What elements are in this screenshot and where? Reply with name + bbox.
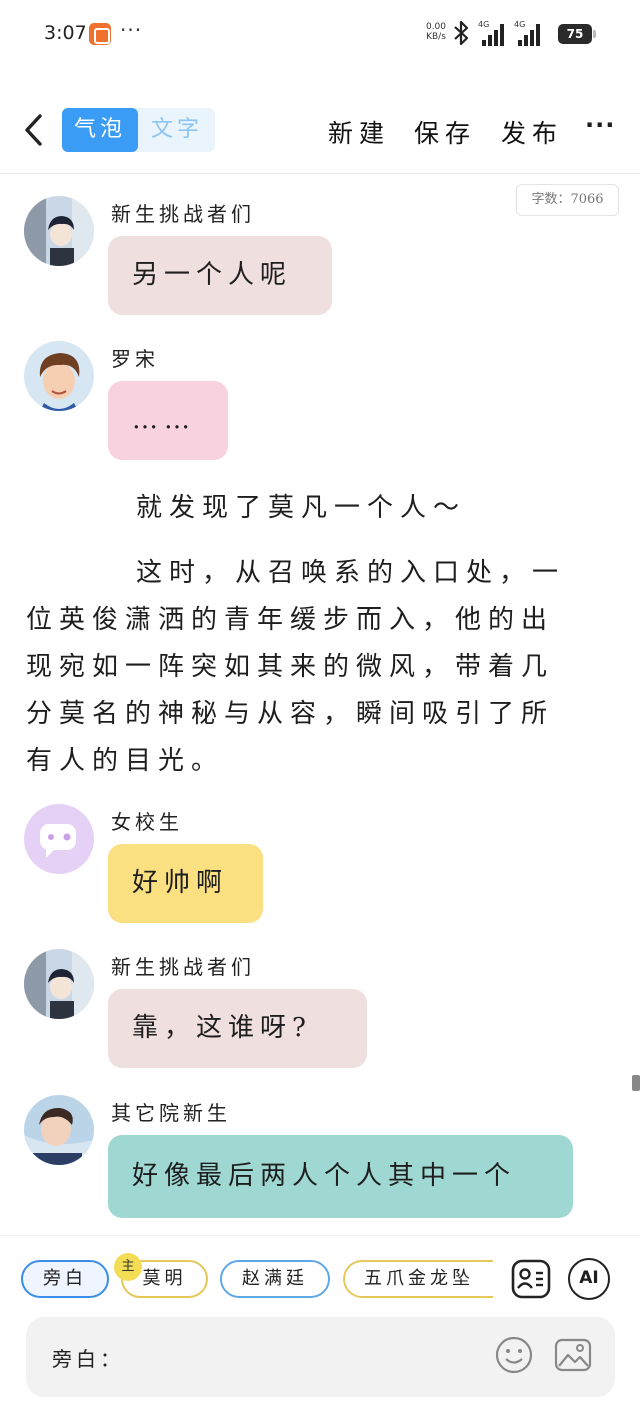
narration-paragraph[interactable]: 就发现了莫凡一个人～ xyxy=(26,485,586,532)
bluetooth-icon xyxy=(454,20,469,46)
ai-button[interactable]: AI xyxy=(568,1258,610,1300)
publish-button[interactable]: 发布 xyxy=(501,114,563,150)
chat-bubble[interactable]: 好像最后两人个人其中一个 xyxy=(108,1135,573,1218)
signal-icon: 4G xyxy=(478,20,512,46)
composer-panel: 旁白 莫明 主 赵满廷 五爪金龙坠 AI 旁白： xyxy=(0,1235,640,1423)
avatar[interactable] xyxy=(24,804,94,874)
status-time: 3:07 xyxy=(44,22,87,44)
avatar[interactable] xyxy=(24,949,94,1019)
more-options-icon[interactable]: ··· xyxy=(585,111,615,139)
network-speed: 0.00 KB/s xyxy=(424,22,448,42)
network-type-label: 4G xyxy=(478,20,490,29)
avatar[interactable] xyxy=(24,1095,94,1165)
new-button[interactable]: 新建 xyxy=(328,114,390,150)
character-chip[interactable]: 赵满廷 xyxy=(220,1260,330,1298)
emoji-icon[interactable] xyxy=(494,1335,534,1375)
speaker-label: 旁白： xyxy=(52,1347,124,1371)
speaker-name: 新生挑战者们 xyxy=(111,202,255,226)
chat-bubble[interactable]: …… xyxy=(108,381,228,460)
signal-icon: 4G xyxy=(514,20,548,46)
more-notifications-icon: ··· xyxy=(120,18,143,42)
speaker-name: 女校生 xyxy=(111,810,183,834)
word-count-badge: 字数：7066 xyxy=(516,184,619,216)
network-type-label: 4G xyxy=(514,20,526,29)
back-arrow-icon[interactable] xyxy=(22,112,46,148)
chat-bubble[interactable]: 靠，这谁呀? xyxy=(108,989,367,1068)
save-button[interactable]: 保存 xyxy=(414,114,476,150)
chat-bubble[interactable]: 好帅啊 xyxy=(108,844,263,923)
network-speed-unit: KB/s xyxy=(426,32,446,42)
divider xyxy=(0,173,640,174)
speaker-name: 新生挑战者们 xyxy=(111,955,255,979)
speaker-name: 其它院新生 xyxy=(111,1101,231,1125)
avatar[interactable] xyxy=(24,196,94,266)
protagonist-badge: 主 xyxy=(114,1253,142,1281)
app-notification-icon xyxy=(89,23,111,45)
chat-bubble[interactable]: 另一个人呢 xyxy=(108,236,332,315)
message-input[interactable] xyxy=(141,1337,471,1377)
narration-paragraph[interactable]: 这时，从召唤系的入口处，一位英俊潇洒的青年缓步而入，他的出现宛如一阵突如其来的微… xyxy=(26,550,586,785)
avatar[interactable] xyxy=(24,341,94,411)
character-chip-narrator[interactable]: 旁白 xyxy=(21,1260,109,1298)
character-chip[interactable]: 五爪金龙坠 xyxy=(343,1260,493,1298)
battery-icon: 75 xyxy=(558,24,596,44)
speaker-name: 罗宋 xyxy=(111,347,159,371)
network-speed-value: 0.00 xyxy=(425,22,447,32)
toolbar: 气泡 文字 新建 保存 发布 ··· xyxy=(0,100,640,160)
mode-text-tab[interactable]: 文字 xyxy=(139,108,215,152)
character-list-icon[interactable] xyxy=(510,1258,552,1300)
status-bar: 3:07 ··· 0.00 KB/s 4G 4G 75 xyxy=(0,0,640,70)
mode-bubble-tab[interactable]: 气泡 xyxy=(62,108,138,152)
scroll-indicator[interactable] xyxy=(632,1075,640,1091)
image-icon[interactable] xyxy=(553,1335,593,1375)
mode-toggle: 气泡 文字 xyxy=(62,108,215,152)
composer-input-box: 旁白： xyxy=(26,1317,615,1397)
